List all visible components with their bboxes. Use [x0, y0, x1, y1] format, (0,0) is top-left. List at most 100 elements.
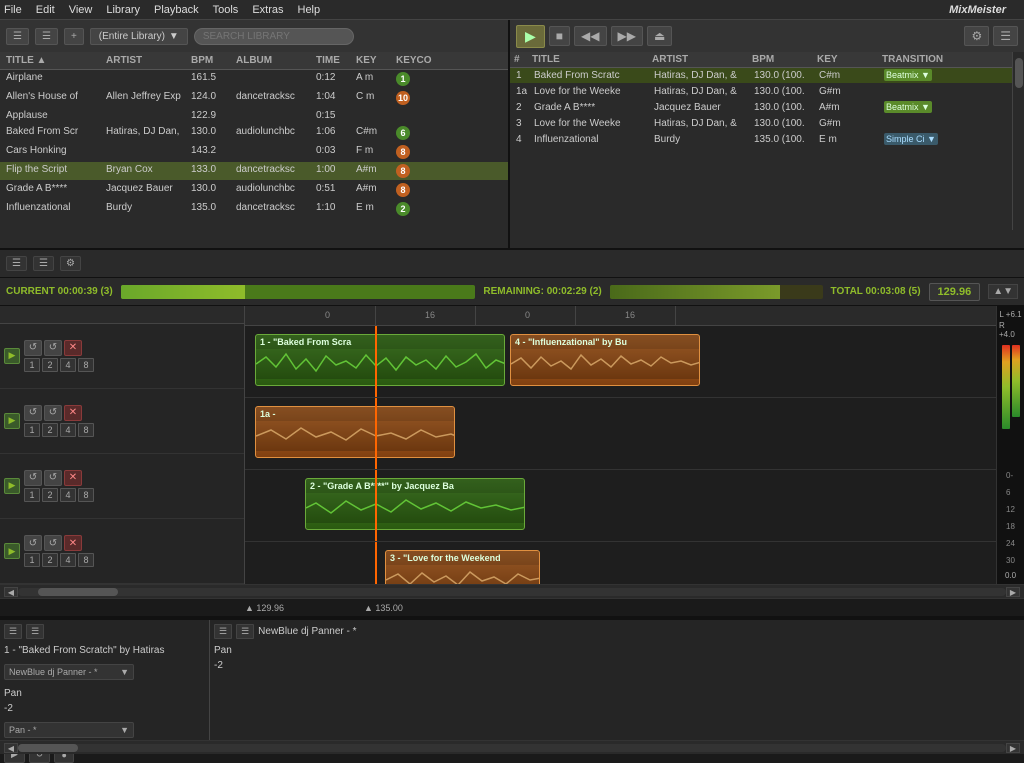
menu-edit[interactable]: Edit: [36, 4, 55, 16]
prev-button[interactable]: ◀◀: [574, 26, 606, 46]
num-4-btn-4[interactable]: 4: [60, 553, 76, 567]
next-button[interactable]: ▶▶: [611, 26, 643, 46]
library-table-row[interactable]: Cars Honking 143.2 0:03 F m 8: [0, 143, 508, 162]
timeline-toolbar: ☰ ☰ ⚙: [0, 250, 1024, 278]
scroll-right-btn[interactable]: ▶: [1006, 587, 1020, 597]
clip-baked[interactable]: 1 - "Baked From Scra: [255, 334, 505, 386]
timeline-settings-btn[interactable]: ⚙: [60, 256, 81, 271]
sync-btn-3[interactable]: ↺: [24, 470, 42, 486]
total-time: TOTAL 00:03:08 (5): [831, 286, 921, 297]
pl-artist: Hatiras, DJ Dan, &: [652, 117, 752, 130]
library-table-row[interactable]: Applause 122.9 0:15: [0, 108, 508, 124]
sync-btn-4[interactable]: ↺: [24, 535, 42, 551]
remove-btn-1[interactable]: ✕: [64, 340, 82, 356]
effects-fx-dropdown-1[interactable]: NewBlue dj Panner - * ▼: [4, 664, 134, 680]
remaining-bar[interactable]: [610, 285, 823, 299]
play-button[interactable]: ▶: [516, 25, 545, 48]
num-2-btn-3[interactable]: 2: [42, 488, 58, 502]
fx-btn-2[interactable]: ↺: [44, 405, 62, 421]
num-2-btn[interactable]: 2: [42, 358, 58, 372]
num-4-btn[interactable]: 4: [60, 358, 76, 372]
timeline-scrollbar[interactable]: ◀ ▶: [0, 584, 1024, 598]
scroll-left-btn[interactable]: ◀: [4, 587, 18, 597]
num-2-btn-4[interactable]: 2: [42, 553, 58, 567]
playlist-scrollbar[interactable]: [1012, 52, 1024, 230]
pl-bpm: 135.0 (100.: [752, 133, 817, 146]
library-table-row[interactable]: Baked From Scr Hatiras, DJ Dan, 130.0 au…: [0, 124, 508, 143]
playlist-row[interactable]: 1a Love for the Weeke Hatiras, DJ Dan, &…: [510, 84, 1024, 100]
menu-icon-button[interactable]: ☰: [6, 28, 29, 45]
library-dropdown[interactable]: (Entire Library) ▼: [90, 28, 188, 45]
clip-love[interactable]: 3 - "Love for the Weekend: [385, 550, 540, 584]
remove-btn-4[interactable]: ✕: [64, 535, 82, 551]
track-3-icon[interactable]: ▶: [4, 478, 20, 494]
scroll-thumb[interactable]: [38, 588, 118, 596]
scroll-track[interactable]: [18, 588, 1006, 596]
playlist-row[interactable]: 4 Influenzational Burdy 135.0 (100. E m …: [510, 132, 1024, 148]
bottom-scrollbar[interactable]: ◀ ▶: [0, 740, 1024, 754]
num-1-btn[interactable]: 1: [24, 358, 40, 372]
remove-btn-2[interactable]: ✕: [64, 405, 82, 421]
eject-button[interactable]: ⏏: [647, 26, 672, 46]
search-input[interactable]: [194, 28, 354, 45]
effects-fx-dropdown-2[interactable]: Pan - * ▼: [4, 722, 134, 738]
num-8-btn[interactable]: 8: [78, 358, 94, 372]
track-2-icon[interactable]: ▶: [4, 413, 20, 429]
clip-influen[interactable]: 4 - "Influenzational" by Bu: [510, 334, 700, 386]
bottom-scroll-right[interactable]: ▶: [1006, 743, 1020, 753]
fx-right-menu-btn[interactable]: ☰: [214, 624, 232, 639]
menu-playback[interactable]: Playback: [154, 4, 199, 16]
menu-view[interactable]: View: [69, 4, 93, 16]
menu-extras[interactable]: Extras: [252, 4, 283, 16]
bottom-scroll-thumb[interactable]: [18, 744, 78, 752]
timeline-list-btn[interactable]: ☰: [33, 256, 54, 271]
view-button[interactable]: ☰: [993, 26, 1018, 46]
bottom-scroll-track[interactable]: [18, 744, 1006, 752]
library-table-row[interactable]: Allen's House of Allen Jeffrey Exp 124.0…: [0, 89, 508, 108]
remove-btn-3[interactable]: ✕: [64, 470, 82, 486]
sync-btn-1[interactable]: ↺: [24, 340, 42, 356]
fx-list-btn[interactable]: ☰: [26, 624, 44, 639]
num-1-btn-3[interactable]: 1: [24, 488, 40, 502]
fx-right-list-btn[interactable]: ☰: [236, 624, 254, 639]
num-2-btn-2[interactable]: 2: [42, 423, 58, 437]
num-4-btn-3[interactable]: 4: [60, 488, 76, 502]
num-1-btn-4[interactable]: 1: [24, 553, 40, 567]
playlist-row[interactable]: 1 Baked From Scratc Hatiras, DJ Dan, & 1…: [510, 68, 1024, 84]
playlist-row[interactable]: 2 Grade A B**** Jacquez Bauer 130.0 (100…: [510, 100, 1024, 116]
library-table-row[interactable]: Airplane 161.5 0:12 A m 1: [0, 70, 508, 89]
add-track-button[interactable]: +: [64, 28, 84, 45]
settings-button[interactable]: ⚙: [964, 26, 989, 46]
list-view-button[interactable]: ☰: [35, 28, 58, 45]
stop-button[interactable]: ■: [549, 26, 570, 46]
num-1-btn-2[interactable]: 1: [24, 423, 40, 437]
playlist-row[interactable]: 3 Love for the Weeke Hatiras, DJ Dan, & …: [510, 116, 1024, 132]
library-table-row[interactable]: Influenzational Burdy 135.0 dancetracksc…: [0, 200, 508, 219]
clip-1a[interactable]: 1a -: [255, 406, 455, 458]
track-4-icon[interactable]: ▶: [4, 543, 20, 559]
fx-menu-btn[interactable]: ☰: [4, 624, 22, 639]
clip-grade[interactable]: 2 - "Grade A B****" by Jacquez Ba: [305, 478, 525, 530]
fx-btn-1[interactable]: ↺: [44, 340, 62, 356]
fx-btn-3[interactable]: ↺: [44, 470, 62, 486]
library-table-row[interactable]: Flip the Script Bryan Cox 133.0 dancetra…: [0, 162, 508, 181]
menu-help[interactable]: Help: [298, 4, 321, 16]
num-8-btn-3[interactable]: 8: [78, 488, 94, 502]
col-key: KEY: [354, 54, 394, 67]
track-keycode: 6: [394, 125, 444, 141]
bpm-adjust-btn[interactable]: ▲▼: [988, 284, 1018, 299]
num-8-btn-4[interactable]: 8: [78, 553, 94, 567]
progress-bar[interactable]: [121, 285, 476, 299]
track-1-icon[interactable]: ▶: [4, 348, 20, 364]
menu-tools[interactable]: Tools: [213, 4, 239, 16]
bottom-scroll-left[interactable]: ◀: [4, 743, 18, 753]
timeline-menu-btn[interactable]: ☰: [6, 256, 27, 271]
library-table-row[interactable]: Grade A B**** Jacquez Bauer 130.0 audiol…: [0, 181, 508, 200]
menu-file[interactable]: File: [4, 4, 22, 16]
num-8-btn-2[interactable]: 8: [78, 423, 94, 437]
sync-btn-2[interactable]: ↺: [24, 405, 42, 421]
num-4-btn-2[interactable]: 4: [60, 423, 76, 437]
menu-library[interactable]: Library: [106, 4, 140, 16]
timeline-canvas[interactable]: 0 16 0 16 1 - "Baked From Scra: [245, 306, 996, 584]
fx-btn-4[interactable]: ↺: [44, 535, 62, 551]
